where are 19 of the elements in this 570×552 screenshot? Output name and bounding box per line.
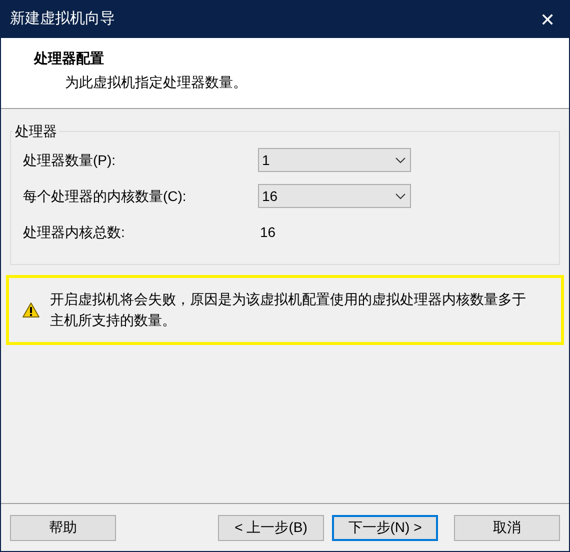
field-label: 处理器内核总数: <box>23 222 126 242</box>
dialog-button[interactable]: 取消 <box>454 514 560 540</box>
group-title: 处理器 <box>13 122 59 140</box>
window-title: 新建虚拟机向导 <box>10 9 115 30</box>
warning-message: 开启虚拟机将会失败，原因是为该虚拟机配置使用的虚拟处理器内核数量多于主机所支持的数量。 <box>50 290 527 330</box>
page-subtitle: 为此虚拟机指定处理器数量。 <box>64 73 248 92</box>
field-label: 每个处理器的内核数量(C): <box>23 186 188 206</box>
warning-icon <box>22 302 40 318</box>
dropdown[interactable]: 1 <box>258 148 411 172</box>
dropdown[interactable]: 16 <box>258 184 411 208</box>
dialog-button[interactable]: < 上一步(B) <box>218 514 324 540</box>
dialog-button[interactable]: 帮助 <box>10 514 116 540</box>
field-label: 处理器数量(P): <box>23 150 117 170</box>
chevron-down-icon <box>395 156 406 164</box>
field-value: 16 <box>259 222 276 242</box>
page-heading: 处理器配置 <box>34 49 105 68</box>
close-button[interactable]: ✕ <box>540 10 555 28</box>
chevron-down-icon <box>395 192 406 200</box>
dialog-button[interactable]: 下一步(N) > <box>332 514 438 540</box>
